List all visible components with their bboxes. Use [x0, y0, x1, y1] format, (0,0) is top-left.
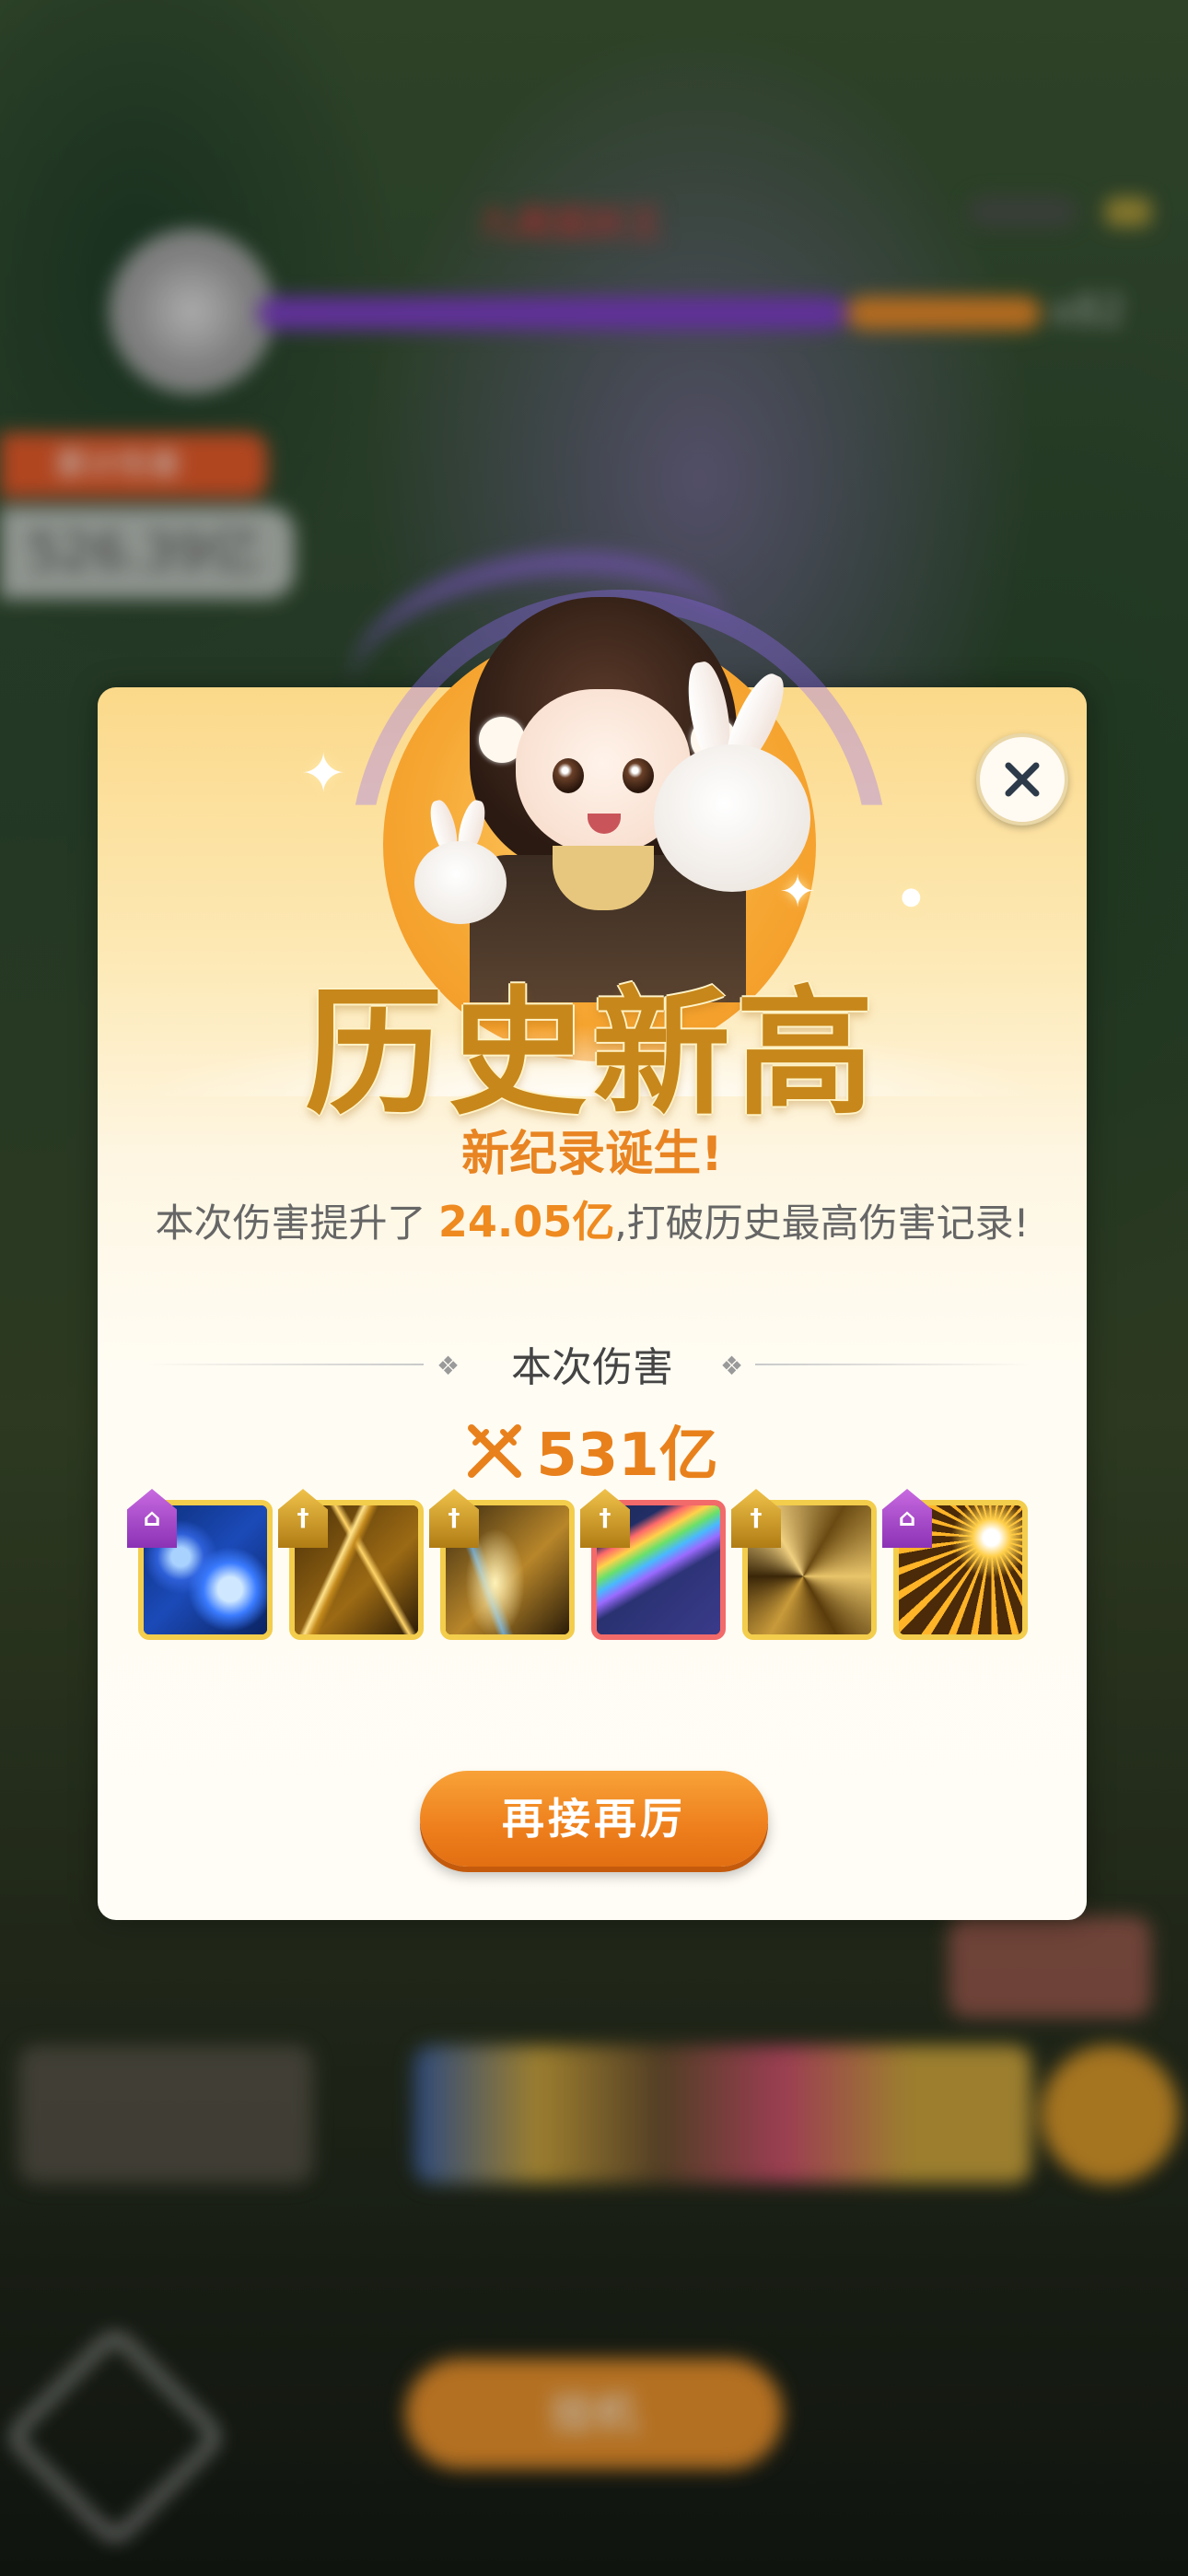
modal-description: 本次伤害提升了 24.05亿,打破历史最高伤害记录! [98, 1188, 1087, 1249]
desc-prefix: 本次伤害提升了 [155, 1200, 438, 1246]
damage-row: 531亿 [98, 1408, 1087, 1494]
crossed-swords-icon [466, 1423, 523, 1494]
diamond-icon: ❖ [720, 1351, 744, 1381]
close-icon [1005, 762, 1040, 797]
retry-button[interactable]: 再接再厉 [420, 1771, 768, 1867]
character-eye-left [553, 758, 584, 793]
desc-suffix: ,打破历史最高伤害记录! [614, 1200, 1030, 1246]
bunny-big [654, 744, 810, 892]
damage-value: 531亿 [536, 1422, 718, 1490]
modal-title: 历史新高 [304, 972, 879, 1134]
skill-list: ⌂ † † † † ⌂ [127, 1489, 1050, 1647]
divider-right [755, 1364, 1031, 1365]
modal-subtitle: 新纪录诞生! [461, 1127, 723, 1182]
close-button[interactable] [976, 733, 1068, 825]
character-portrait [387, 579, 820, 1002]
sparkle-icon: ✦ [300, 742, 347, 806]
bunny-small [414, 841, 507, 924]
sparkle-icon: ● [901, 883, 922, 910]
character-eye-right [623, 758, 654, 793]
desc-value: 24.05亿 [437, 1197, 615, 1247]
